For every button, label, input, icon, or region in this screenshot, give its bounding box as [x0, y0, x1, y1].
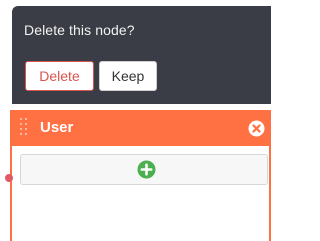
- drag-handle-icon[interactable]: [20, 118, 28, 138]
- delete-confirm-popover: Delete this node? Delete Keep: [12, 6, 271, 104]
- close-circle-icon[interactable]: [248, 120, 265, 137]
- node-title: User: [40, 119, 74, 136]
- plus-circle-icon: [137, 160, 156, 179]
- keep-button[interactable]: Keep: [99, 61, 157, 91]
- confirm-message: Delete this node?: [24, 22, 135, 38]
- connection-port[interactable]: [5, 174, 13, 182]
- delete-button[interactable]: Delete: [25, 61, 94, 91]
- user-node[interactable]: User: [10, 110, 271, 241]
- node-header[interactable]: User: [10, 110, 271, 146]
- add-item-button[interactable]: [20, 154, 268, 185]
